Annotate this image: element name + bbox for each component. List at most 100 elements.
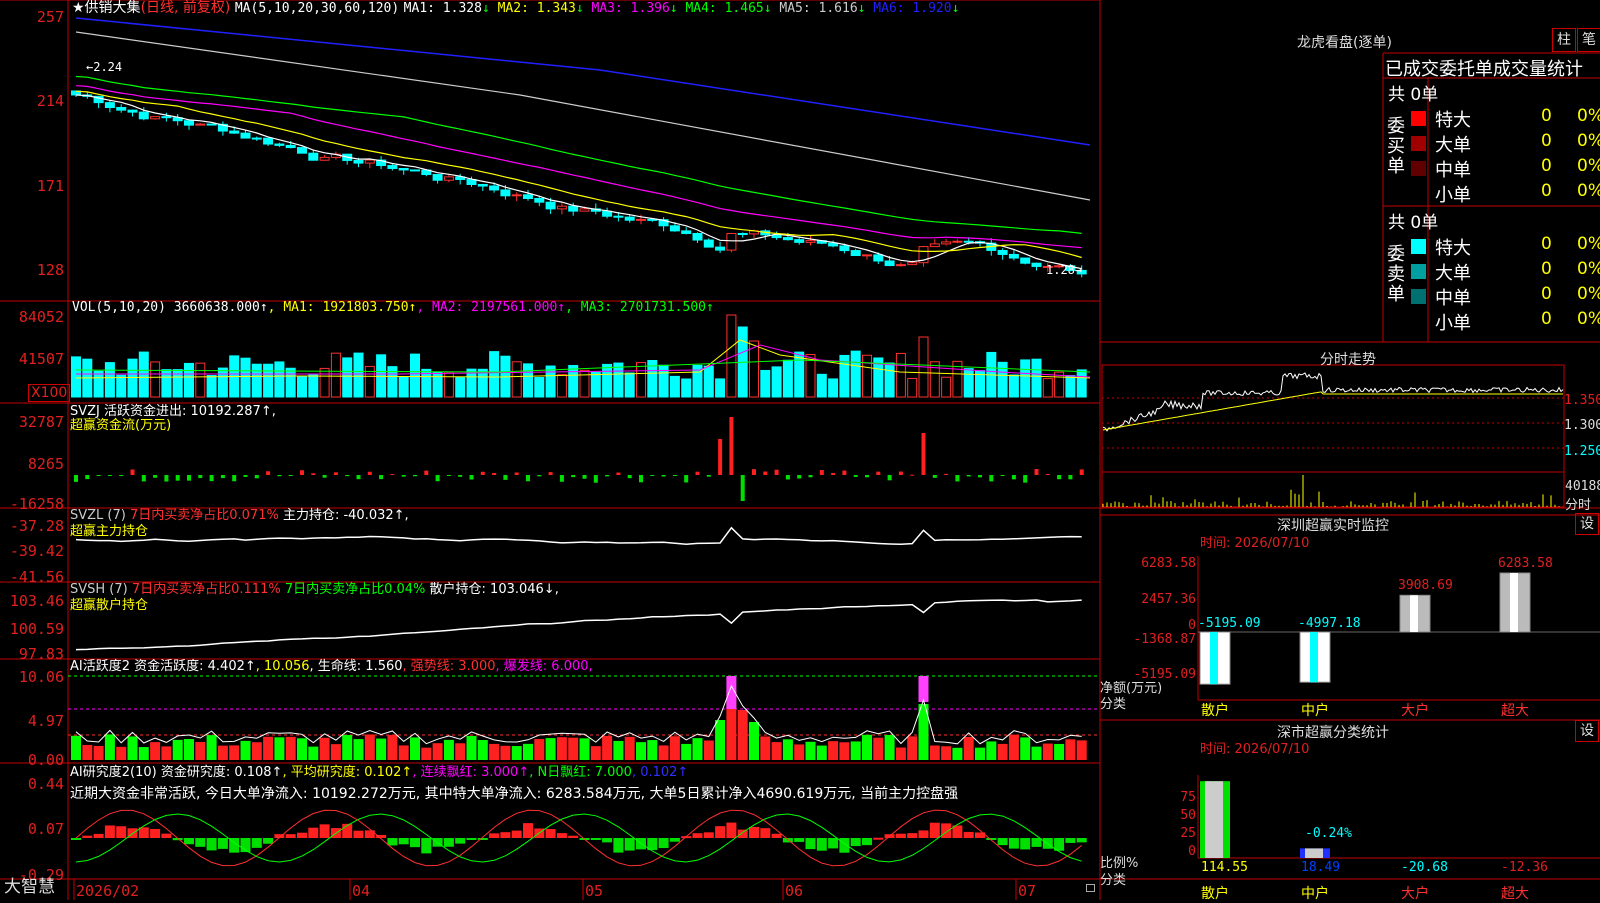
lock-icon[interactable] (1086, 884, 1095, 892)
ai-active-bar (330, 744, 341, 760)
ai-research-bar (398, 838, 409, 845)
sz-class-bar-note: -0.24% (1305, 826, 1352, 841)
bar-view-button[interactable]: 柱 (1552, 28, 1576, 52)
sz-class-settings-button[interactable]: 设 (1575, 720, 1599, 742)
volume-bar (217, 367, 228, 398)
ai-active-bar (1020, 737, 1031, 760)
ai-active-bar (364, 734, 375, 760)
ai-active-bar (749, 722, 759, 760)
svsh-line (75, 599, 1082, 651)
ai-active-panel-part: , 强势线: 3.000 (402, 659, 496, 674)
ai-research-bar (319, 824, 330, 838)
ai-active-bar (489, 743, 500, 760)
svzj-bar (729, 417, 734, 475)
ai-research-bar (941, 823, 952, 838)
sz-monitor-axis-label: 净额(万元) (1100, 681, 1163, 696)
candle-body (297, 147, 307, 154)
ai-research-bar (251, 838, 262, 848)
volume-bar (862, 354, 872, 398)
ai-active-bar (387, 734, 398, 760)
volume-bar (455, 377, 466, 398)
candle-body (624, 216, 635, 221)
ai-active-bar (828, 741, 839, 760)
svzj-bar (853, 475, 858, 477)
svzj-bar (1011, 475, 1016, 480)
ai-active-bar (82, 744, 93, 760)
stock-name[interactable]: ★供销大集 (72, 0, 141, 16)
ai-research-bar (997, 838, 1008, 846)
ai-active-bar (545, 738, 556, 760)
ai-active-bar (884, 734, 895, 760)
svzj-bar (322, 475, 327, 478)
candle-body (556, 205, 567, 210)
sell-row-label: 中单 (1435, 288, 1471, 309)
candle-body (636, 218, 646, 221)
y-axis-tick: 214 (36, 92, 64, 110)
tick-view-button[interactable]: 笔 (1577, 28, 1600, 52)
ai-active-bar (568, 737, 579, 760)
date-tick: 06 (785, 882, 804, 900)
svzj-bar (1079, 469, 1084, 475)
buy-color-swatch (1411, 161, 1426, 176)
candle-body (274, 143, 285, 146)
ai-active-bar (285, 736, 296, 760)
vol-ma-3: , MA3: 2701731.500↑ (565, 300, 714, 315)
sz-monitor-settings-button[interactable]: 设 (1575, 513, 1599, 535)
candle-body (929, 243, 940, 248)
ai-research-bar (613, 838, 624, 853)
svzj-bar (526, 475, 530, 482)
svzj-bar (220, 475, 225, 479)
sz-monitor-value-label: -4997.18 (1298, 616, 1361, 631)
y-axis-tick: 84052 (18, 308, 64, 326)
buy-row-pct: 0% (1577, 106, 1600, 126)
ma-line (75, 90, 1082, 259)
y-axis-tick: -16258 (9, 495, 64, 513)
sell-row-pct: 0% (1577, 284, 1600, 304)
sz-class-value: 18.49 (1301, 860, 1341, 875)
buy-row-pct: 0% (1577, 181, 1600, 201)
ai-active-bar (647, 740, 658, 760)
buy-row-pct: 0% (1577, 131, 1600, 151)
ai-active-bar (172, 739, 183, 760)
volume-bar (523, 363, 533, 398)
stats-title: 已成交委托单成交量统计 (1385, 59, 1583, 80)
ai-active-bar (975, 747, 985, 760)
ai-research-bar (410, 838, 420, 848)
candle-body (150, 116, 161, 120)
ai-research-bar (715, 826, 726, 838)
sz-monitor-category: 散户 (1201, 703, 1229, 719)
ai-active-bar (93, 745, 104, 760)
ai-active-bar (398, 745, 409, 760)
ai-research-bar (828, 838, 839, 849)
volume-bar (71, 356, 81, 398)
volume-bar (1042, 378, 1053, 398)
sz-monitor-bar (1399, 594, 1431, 633)
lhb-title: 龙虎看盘(逐单) (1297, 35, 1392, 51)
volume-bar (534, 377, 545, 398)
svzj-bar (672, 475, 677, 476)
sz-class-bar-shine (1305, 848, 1323, 858)
candle-body (737, 232, 748, 235)
ai-research-bar (794, 838, 805, 842)
buy-row-count: 0 (1541, 181, 1552, 201)
sell-row-count: 0 (1541, 284, 1552, 304)
volume-bar (251, 363, 262, 398)
ai-active-bar (873, 737, 884, 760)
ai-active-panel-part: , 10.056 (255, 659, 310, 674)
ai-research-title: AI研究度2(10) 资金研究度: 0.108↑, 平均研究度: 0.102↑,… (70, 765, 688, 781)
candle-body (387, 165, 398, 169)
buy-color-swatch (1411, 136, 1426, 151)
volume-bar (941, 376, 952, 398)
candle-body (138, 111, 149, 120)
svzj-bar (639, 475, 643, 483)
ai-research-bar (1020, 838, 1031, 850)
intraday-y-tick: 1.300 (1564, 418, 1600, 433)
y-axis-tick: 4.97 (27, 712, 64, 730)
svzj-bar (876, 471, 881, 475)
ai-active-bar (602, 736, 613, 760)
volume-bar (636, 362, 646, 398)
ai-active-bar (342, 734, 353, 760)
svzl-title: SVZL (7) 7日内买卖净占比0.071% 主力持仓: -40.032↑, (70, 508, 409, 524)
candle-body (195, 123, 206, 126)
ai-active-bar (376, 738, 387, 760)
